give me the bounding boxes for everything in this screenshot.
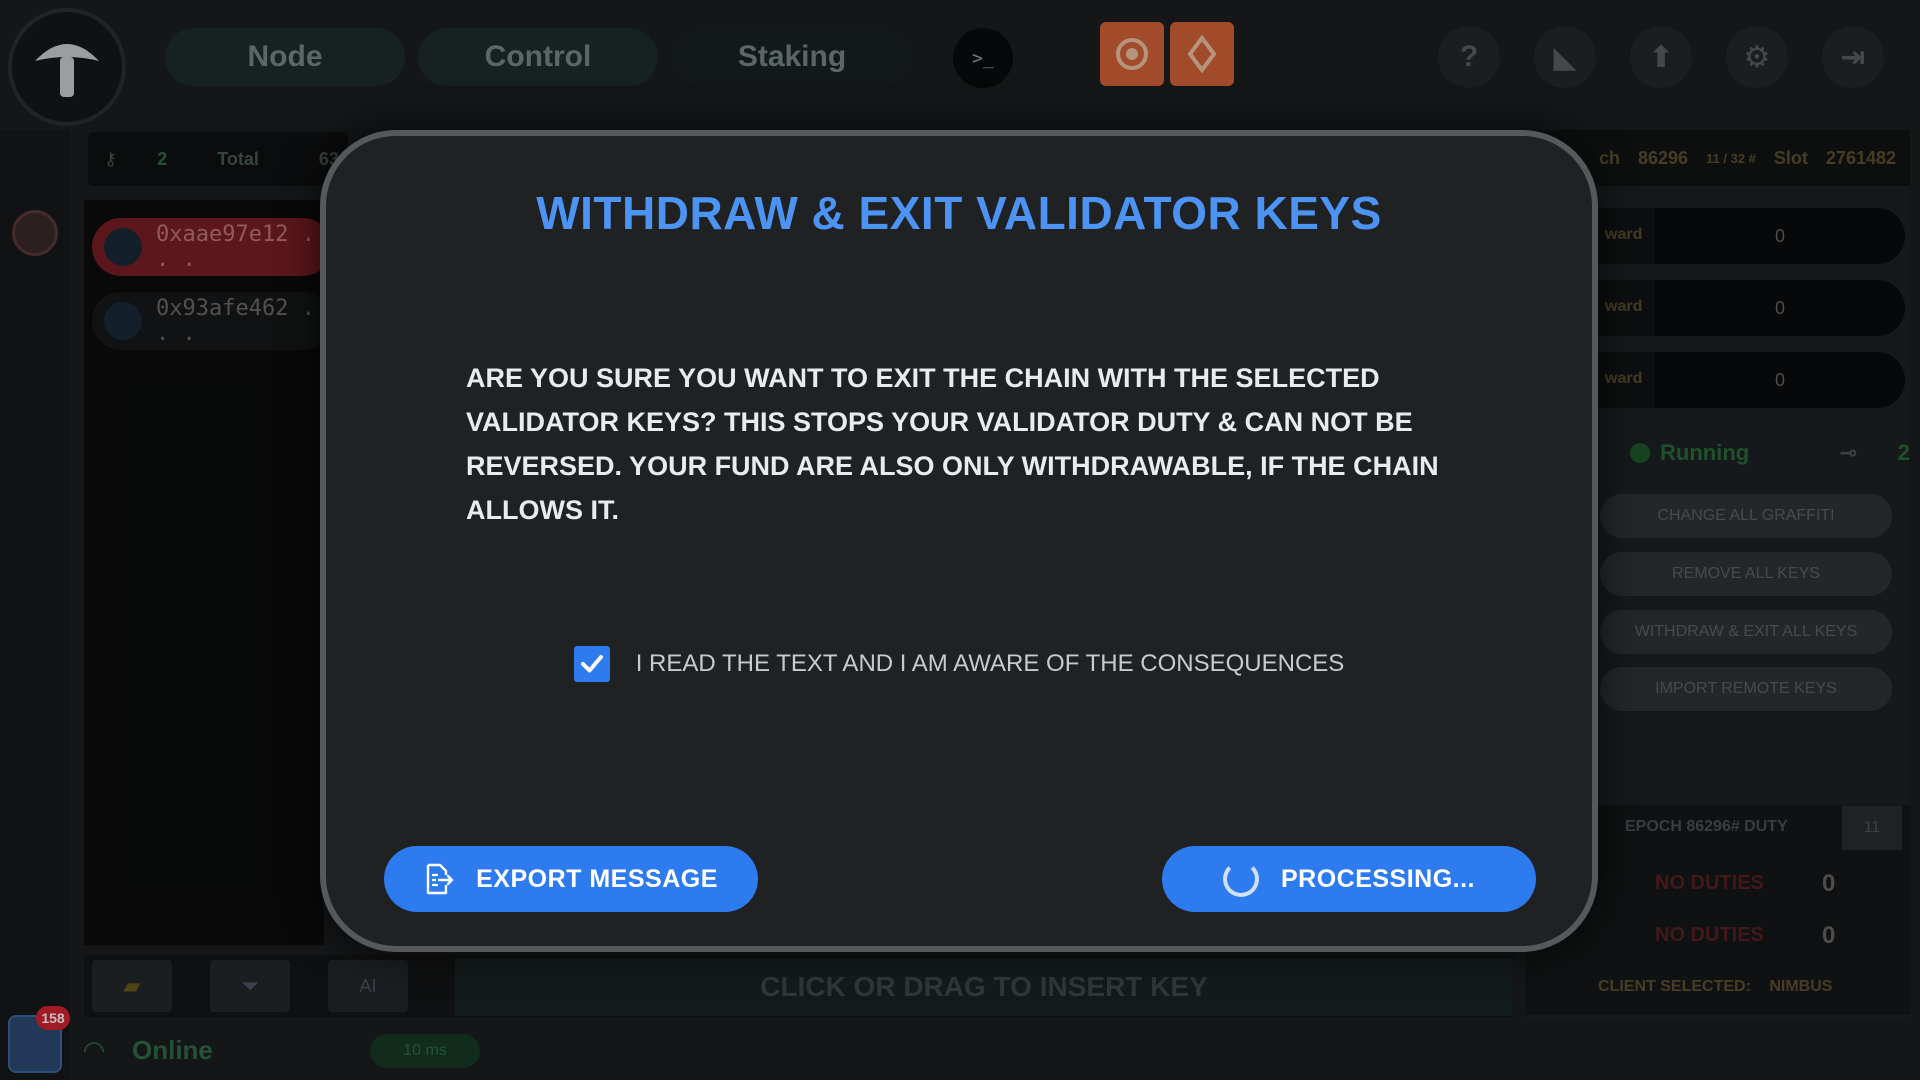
consent-checkbox[interactable] [573, 646, 610, 682]
dialog-message: ARE YOU SURE YOU WANT TO EXIT THE CHAIN … [466, 363, 1439, 525]
consent-row: I READ THE TEXT AND I AM AWARE OF THE CO… [326, 646, 1592, 682]
app-root: Node Control Staking >_ ? ◣ ⬆ ⚙ ⇥ ⚷ 2 To… [0, 0, 1920, 1080]
spinner-icon [1222, 861, 1259, 897]
consent-label[interactable]: I READ THE TEXT AND I AM AWARE OF THE CO… [636, 650, 1345, 678]
document-export-icon [426, 863, 454, 895]
processing-label: PROCESSING... [1280, 864, 1476, 893]
export-message-button[interactable]: EXPORT MESSAGE [384, 846, 758, 912]
processing-button[interactable]: PROCESSING... [1162, 846, 1536, 912]
dialog-title: WITHDRAW & EXIT VALIDATOR KEYS [536, 187, 1382, 239]
withdraw-exit-dialog: WITHDRAW & EXIT VALIDATOR KEYS ARE YOU S… [320, 130, 1598, 952]
checkmark-icon [580, 655, 603, 673]
export-message-label: EXPORT MESSAGE [476, 864, 718, 893]
